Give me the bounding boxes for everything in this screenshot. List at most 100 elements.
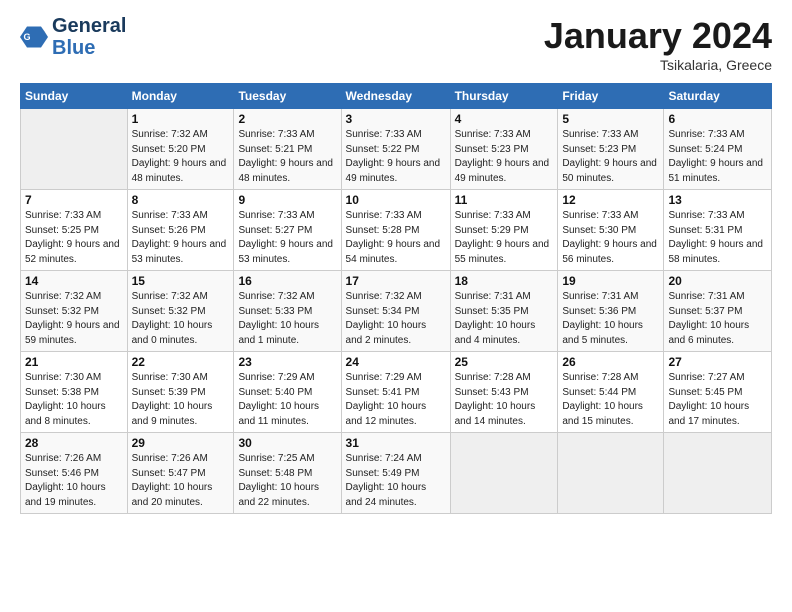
day-number: 3: [346, 112, 446, 126]
calendar-day-cell: 24Sunrise: 7:29 AMSunset: 5:41 PMDayligh…: [341, 352, 450, 433]
title-block: January 2024 Tsikalaria, Greece: [544, 15, 772, 73]
weekday-header: Wednesday: [341, 84, 450, 109]
day-number: 24: [346, 355, 446, 369]
day-info: Sunrise: 7:33 AMSunset: 5:29 PMDaylight:…: [455, 209, 554, 267]
day-info: Sunrise: 7:33 AMSunset: 5:23 PMDaylight:…: [455, 128, 554, 186]
calendar-day-cell: 17 Sunrise: 7:32 AMSunset: 5:34 PMDayligh…: [341, 271, 450, 352]
calendar-day-cell: [450, 433, 558, 514]
page: G General Blue January 2024 Tsikalaria, …: [0, 0, 792, 612]
calendar-day-cell: 20Sunrise: 7:31 AMSunset: 5:37 PMDayligh…: [664, 271, 772, 352]
day-number: 26: [562, 355, 659, 369]
day-info: Sunrise: 7:31 AMSunset: 5:35 PMDaylight:…: [455, 290, 554, 348]
calendar-day-cell: 9 Sunrise: 7:33 AMSunset: 5:27 PMDaylight…: [234, 190, 341, 271]
calendar-day-cell: 13 Sunrise: 7:33 AMSunset: 5:31 PMDayligh…: [664, 190, 772, 271]
day-info: Sunrise: 7:33 AMSunset: 5:30 PMDaylight:…: [562, 209, 659, 267]
calendar-day-cell: 1 Sunrise: 7:32 AMSunset: 5:20 PMDaylight…: [127, 109, 234, 190]
day-info: Sunrise: 7:33 AMSunset: 5:23 PMDaylight:…: [562, 128, 659, 186]
day-info: Sunrise: 7:27 AMSunset: 5:45 PMDaylight:…: [668, 371, 767, 429]
day-info: Sunrise: 7:32 AMSunset: 5:32 PMDaylight:…: [132, 290, 230, 348]
day-info: Sunrise: 7:33 AMSunset: 5:31 PMDaylight:…: [668, 209, 767, 267]
calendar-day-cell: 26 Sunrise: 7:28 AMSunset: 5:44 PMDayligh…: [558, 352, 664, 433]
day-number: 23: [238, 355, 336, 369]
calendar-day-cell: [21, 109, 128, 190]
day-number: 9: [238, 193, 336, 207]
day-number: 19: [562, 274, 659, 288]
day-info: Sunrise: 7:24 AMSunset: 5:49 PMDaylight:…: [346, 452, 446, 510]
day-number: 4: [455, 112, 554, 126]
logo: G General Blue: [20, 15, 126, 59]
calendar-day-cell: 29 Sunrise: 7:26 AMSunset: 5:47 PMDayligh…: [127, 433, 234, 514]
svg-text:G: G: [24, 32, 31, 42]
day-info: Sunrise: 7:33 AMSunset: 5:21 PMDaylight:…: [238, 128, 336, 186]
day-number: 13: [668, 193, 767, 207]
day-info: Sunrise: 7:29 AMSunset: 5:40 PMDaylight:…: [238, 371, 336, 429]
day-info: Sunrise: 7:30 AMSunset: 5:38 PMDaylight:…: [25, 371, 123, 429]
calendar-week-row: 7Sunrise: 7:33 AMSunset: 5:25 PMDaylight…: [21, 190, 772, 271]
calendar-day-cell: 21 Sunrise: 7:30 AMSunset: 5:38 PMDayligh…: [21, 352, 128, 433]
day-info: Sunrise: 7:30 AMSunset: 5:39 PMDaylight:…: [132, 371, 230, 429]
day-number: 1: [132, 112, 230, 126]
day-number: 11: [455, 193, 554, 207]
day-number: 17: [346, 274, 446, 288]
calendar-week-row: 1 Sunrise: 7:32 AMSunset: 5:20 PMDaylight…: [21, 109, 772, 190]
day-info: Sunrise: 7:32 AMSunset: 5:20 PMDaylight:…: [132, 128, 230, 186]
day-info: Sunrise: 7:33 AMSunset: 5:27 PMDaylight:…: [238, 209, 336, 267]
calendar-day-cell: 31 Sunrise: 7:24 AMSunset: 5:49 PMDayligh…: [341, 433, 450, 514]
calendar-day-cell: 30 Sunrise: 7:25 AMSunset: 5:48 PMDayligh…: [234, 433, 341, 514]
calendar-day-cell: 14 Sunrise: 7:32 AMSunset: 5:32 PMDayligh…: [21, 271, 128, 352]
day-number: 5: [562, 112, 659, 126]
weekday-header: Monday: [127, 84, 234, 109]
day-number: 27: [668, 355, 767, 369]
day-info: Sunrise: 7:31 AMSunset: 5:37 PMDaylight:…: [668, 290, 767, 348]
calendar-day-cell: 6Sunrise: 7:33 AMSunset: 5:24 PMDaylight…: [664, 109, 772, 190]
calendar-day-cell: 18Sunrise: 7:31 AMSunset: 5:35 PMDayligh…: [450, 271, 558, 352]
month-title: January 2024: [544, 15, 772, 57]
day-number: 10: [346, 193, 446, 207]
day-number: 21: [25, 355, 123, 369]
calendar-day-cell: 16 Sunrise: 7:32 AMSunset: 5:33 PMDayligh…: [234, 271, 341, 352]
calendar-day-cell: 4 Sunrise: 7:33 AMSunset: 5:23 PMDaylight…: [450, 109, 558, 190]
day-info: Sunrise: 7:33 AMSunset: 5:25 PMDaylight:…: [25, 209, 123, 267]
weekday-header: Sunday: [21, 84, 128, 109]
calendar-day-cell: 27 Sunrise: 7:27 AMSunset: 5:45 PMDayligh…: [664, 352, 772, 433]
day-number: 15: [132, 274, 230, 288]
location: Tsikalaria, Greece: [544, 57, 772, 73]
calendar-week-row: 14 Sunrise: 7:32 AMSunset: 5:32 PMDayligh…: [21, 271, 772, 352]
calendar-day-cell: 8Sunrise: 7:33 AMSunset: 5:26 PMDaylight…: [127, 190, 234, 271]
day-info: Sunrise: 7:25 AMSunset: 5:48 PMDaylight:…: [238, 452, 336, 510]
day-info: Sunrise: 7:33 AMSunset: 5:24 PMDaylight:…: [668, 128, 767, 186]
calendar-day-cell: 23 Sunrise: 7:29 AMSunset: 5:40 PMDayligh…: [234, 352, 341, 433]
day-number: 8: [132, 193, 230, 207]
calendar-header-row: SundayMondayTuesdayWednesdayThursdayFrid…: [21, 84, 772, 109]
day-number: 2: [238, 112, 336, 126]
day-info: Sunrise: 7:32 AMSunset: 5:32 PMDaylight:…: [25, 290, 123, 348]
day-info: Sunrise: 7:32 AMSunset: 5:34 PMDaylight:…: [346, 290, 446, 348]
weekday-header: Thursday: [450, 84, 558, 109]
calendar-day-cell: 5 Sunrise: 7:33 AMSunset: 5:23 PMDaylight…: [558, 109, 664, 190]
day-info: Sunrise: 7:32 AMSunset: 5:33 PMDaylight:…: [238, 290, 336, 348]
day-number: 25: [455, 355, 554, 369]
calendar-day-cell: 28Sunrise: 7:26 AMSunset: 5:46 PMDayligh…: [21, 433, 128, 514]
day-number: 29: [132, 436, 230, 450]
day-info: Sunrise: 7:28 AMSunset: 5:44 PMDaylight:…: [562, 371, 659, 429]
day-info: Sunrise: 7:33 AMSunset: 5:22 PMDaylight:…: [346, 128, 446, 186]
day-info: Sunrise: 7:31 AMSunset: 5:36 PMDaylight:…: [562, 290, 659, 348]
day-number: 12: [562, 193, 659, 207]
calendar-day-cell: [558, 433, 664, 514]
day-info: Sunrise: 7:33 AMSunset: 5:28 PMDaylight:…: [346, 209, 446, 267]
day-info: Sunrise: 7:26 AMSunset: 5:47 PMDaylight:…: [132, 452, 230, 510]
day-number: 14: [25, 274, 123, 288]
calendar-day-cell: 12 Sunrise: 7:33 AMSunset: 5:30 PMDayligh…: [558, 190, 664, 271]
calendar-day-cell: 2 Sunrise: 7:33 AMSunset: 5:21 PMDaylight…: [234, 109, 341, 190]
calendar-day-cell: 19 Sunrise: 7:31 AMSunset: 5:36 PMDayligh…: [558, 271, 664, 352]
day-number: 30: [238, 436, 336, 450]
calendar-day-cell: 15 Sunrise: 7:32 AMSunset: 5:32 PMDayligh…: [127, 271, 234, 352]
day-number: 16: [238, 274, 336, 288]
calendar-day-cell: 22 Sunrise: 7:30 AMSunset: 5:39 PMDayligh…: [127, 352, 234, 433]
day-info: Sunrise: 7:28 AMSunset: 5:43 PMDaylight:…: [455, 371, 554, 429]
calendar-day-cell: 3 Sunrise: 7:33 AMSunset: 5:22 PMDaylight…: [341, 109, 450, 190]
weekday-header: Friday: [558, 84, 664, 109]
weekday-header: Saturday: [664, 84, 772, 109]
day-number: 22: [132, 355, 230, 369]
day-number: 31: [346, 436, 446, 450]
